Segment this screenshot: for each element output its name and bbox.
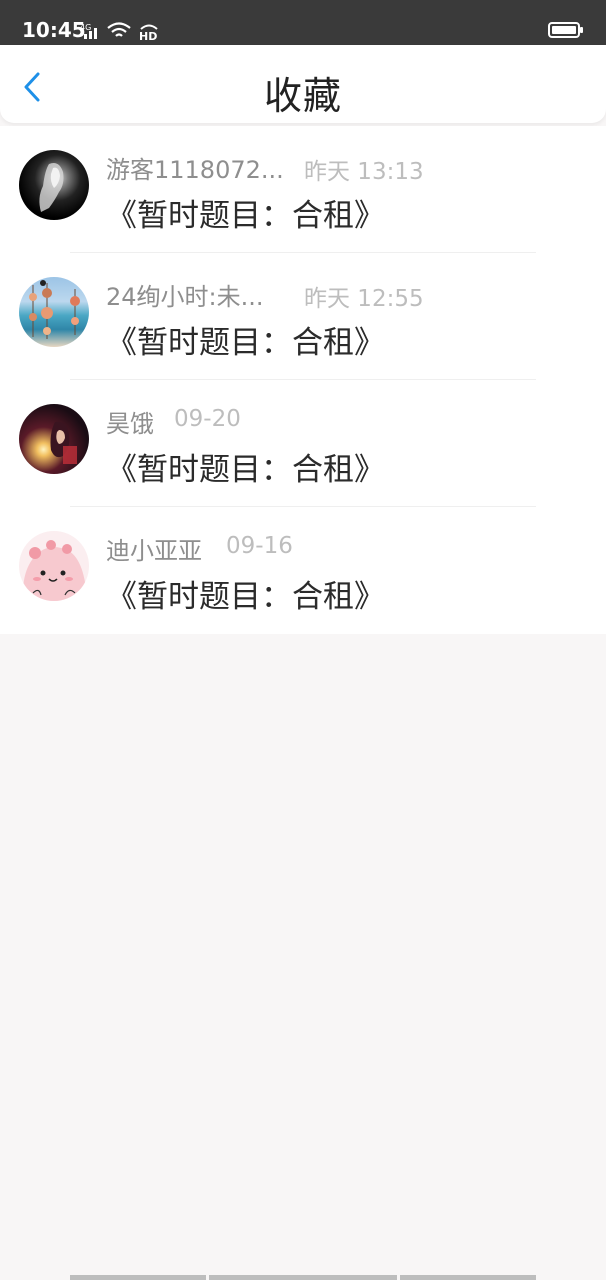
status-time: 10:45 bbox=[22, 18, 86, 42]
status-icons: 4G HD bbox=[80, 20, 160, 42]
hd-icon: HD bbox=[139, 24, 158, 42]
item-title: 《暂时题目：合租》 bbox=[106, 452, 385, 488]
item-author: 迪小亚亚 bbox=[106, 537, 202, 565]
item-time: 昨天 12:55 bbox=[304, 286, 424, 312]
avatar[interactable] bbox=[19, 150, 89, 220]
list-item[interactable]: 昊饿 09-20 《暂时题目：合租》 bbox=[0, 380, 606, 507]
navigation-bar[interactable] bbox=[70, 1275, 536, 1280]
page-title: 收藏 bbox=[263, 74, 342, 118]
nav-segment[interactable] bbox=[209, 1275, 397, 1280]
header: 收藏 bbox=[0, 45, 606, 123]
item-time: 09-16 bbox=[226, 533, 293, 559]
battery-icon bbox=[548, 22, 583, 38]
item-title: 《暂时题目：合租》 bbox=[106, 325, 385, 361]
item-title: 《暂时题目：合租》 bbox=[106, 198, 385, 234]
item-author: 昊饿 bbox=[106, 410, 154, 438]
item-title: 《暂时题目：合租》 bbox=[106, 579, 385, 615]
nav-segment[interactable] bbox=[70, 1275, 206, 1280]
wifi-icon bbox=[107, 22, 131, 37]
item-time: 09-20 bbox=[174, 406, 241, 432]
status-bar: 10:45 4G HD bbox=[0, 0, 606, 45]
item-author: 游客1118072... bbox=[106, 156, 284, 184]
item-time: 昨天 13:13 bbox=[304, 159, 424, 185]
list-item[interactable]: 游客1118072... 昨天 13:13 《暂时题目：合租》 bbox=[0, 126, 606, 253]
list-item[interactable]: 迪小亚亚 09-16 《暂时题目：合租》 bbox=[0, 507, 606, 634]
nav-segment[interactable] bbox=[400, 1275, 536, 1280]
avatar[interactable] bbox=[19, 277, 89, 347]
svg-text:4G: 4G bbox=[80, 23, 91, 32]
svg-text:HD: HD bbox=[139, 30, 157, 42]
avatar[interactable] bbox=[19, 531, 89, 601]
favorites-list: 游客1118072... 昨天 13:13 《暂时题目：合租》 24绚小时:未.… bbox=[0, 126, 606, 634]
signal-icon: 4G bbox=[80, 23, 97, 39]
item-author: 24绚小时:未... bbox=[106, 283, 264, 311]
list-item[interactable]: 24绚小时:未... 昨天 12:55 《暂时题目：合租》 bbox=[0, 253, 606, 380]
avatar[interactable] bbox=[19, 404, 89, 474]
